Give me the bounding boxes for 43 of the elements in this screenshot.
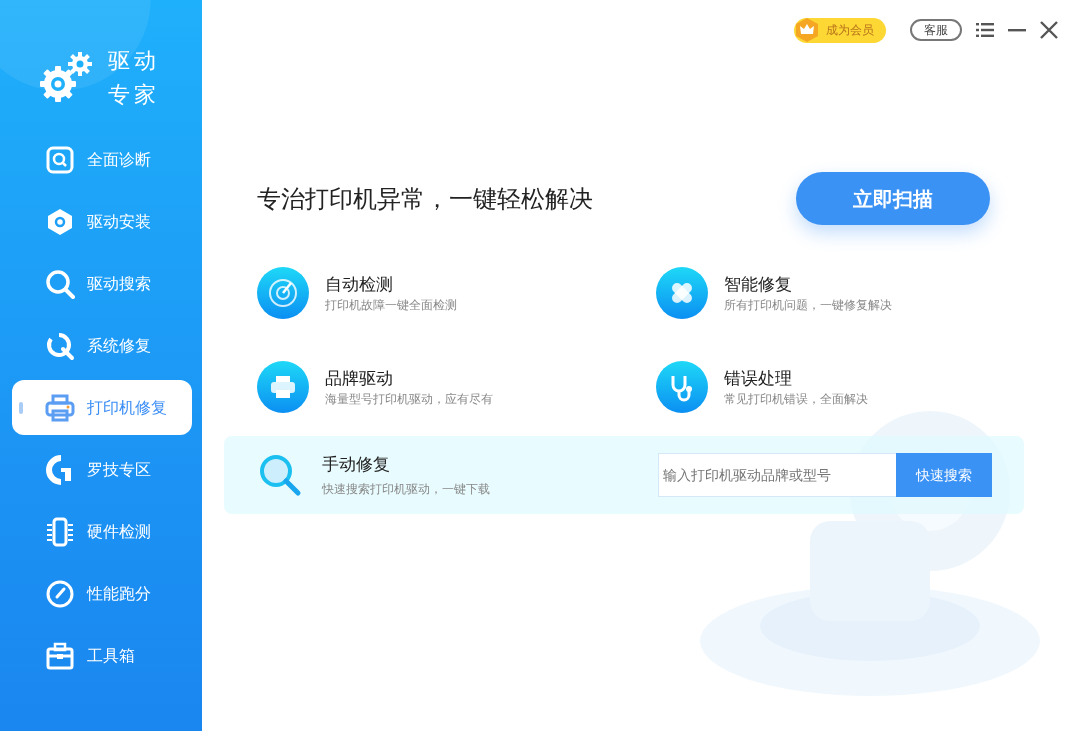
gauge-icon [45, 578, 75, 609]
minimize-icon[interactable] [1008, 28, 1026, 32]
member-button[interactable]: 成为会员 [794, 17, 886, 43]
feature-title: 智能修复 [724, 273, 793, 296]
search-field[interactable]: 输入打印机驱动品牌或型号 [658, 453, 896, 497]
sidebar-item[interactable]: 工具箱 [12, 628, 192, 683]
customer-service-button[interactable]: 客服 [910, 19, 962, 41]
bandage-icon [656, 267, 708, 319]
stethoscope-icon [656, 361, 708, 413]
menu-icon[interactable] [976, 23, 994, 37]
feature-title: 手动修复 [322, 453, 391, 476]
search-button[interactable]: 快速搜索 [896, 453, 992, 497]
search-icon [45, 268, 75, 299]
feature-description: 常见打印机错误，全面解决 [724, 391, 868, 408]
hexagon-icon [45, 206, 75, 237]
app-title: 驱动 [108, 47, 160, 75]
sidebar-item[interactable]: 系统修复 [12, 318, 192, 373]
feature-title: 错误处理 [724, 367, 793, 390]
feature-description: 打印机故障一键全面检测 [325, 297, 457, 314]
chip-icon [45, 516, 75, 547]
app-title: 专家 [108, 81, 160, 109]
feature-description: 海量型号打印机驱动，应有尽有 [325, 391, 493, 408]
sidebar-item[interactable]: 驱动搜索 [12, 256, 192, 311]
printer-icon [45, 392, 75, 423]
search-icon [258, 453, 302, 497]
sidebar-item[interactable]: 全面诊断 [12, 132, 192, 187]
feature-title: 自动检测 [325, 273, 394, 296]
feature-title: 品牌驱动 [325, 367, 394, 390]
square-magnifier-icon [45, 144, 75, 175]
toolbox-icon [45, 640, 75, 671]
sidebar-item[interactable]: 性能跑分 [12, 566, 192, 621]
crown-icon [794, 17, 820, 43]
close-icon[interactable] [1040, 21, 1058, 39]
scan-button[interactable]: 立即扫描 [796, 172, 990, 225]
sidebar-item[interactable]: 硬件检测 [12, 504, 192, 559]
feature-description: 所有打印机问题，一键修复解决 [724, 297, 892, 314]
sidebar-item[interactable]: 打印机修复 [12, 380, 192, 435]
printer-icon [257, 361, 309, 413]
sidebar-item[interactable]: 罗技专区 [12, 442, 192, 497]
feature-description: 快速搜索打印机驱动，一键下载 [322, 481, 491, 498]
radar-icon [257, 267, 309, 319]
headline: 专治打印机异常，一键轻松解决 [257, 183, 593, 215]
sidebar-item[interactable]: 驱动安装 [12, 194, 192, 249]
